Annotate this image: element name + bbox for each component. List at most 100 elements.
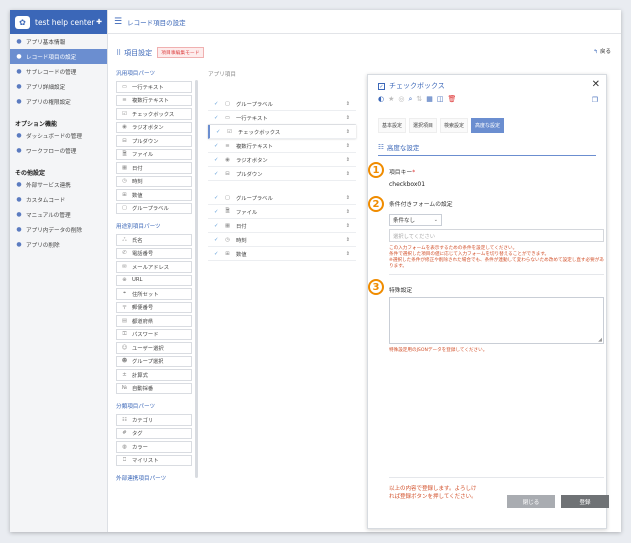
part-item[interactable]: ஃ 氏名 — [116, 234, 192, 246]
part-item[interactable]: № 自動採番 — [116, 382, 192, 394]
table-icon[interactable]: ▦ — [426, 95, 433, 104]
field-row[interactable]: ✓ ☑ チェックボックス ⇕ — [208, 125, 356, 139]
drag-handle-icon[interactable]: ⇕ — [346, 195, 350, 201]
part-item[interactable]: ☺ ユーザー選択 — [116, 342, 192, 354]
field-row[interactable]: ✓ ◉ ラジオボタン ⇕ — [208, 153, 356, 167]
star-icon[interactable]: ★ — [388, 95, 394, 104]
detail-tab[interactable]: 検索設定 — [440, 118, 469, 133]
part-label: 数値 — [132, 192, 143, 199]
condition-field-select[interactable]: 選択してください — [389, 229, 604, 242]
sidebar-item[interactable]: ● アプリの権限設定 — [10, 94, 107, 109]
sidebar-item[interactable]: ● サブレコードの管理 — [10, 64, 107, 79]
sidebar-item[interactable]: ● カスタムコード — [10, 192, 107, 207]
part-item[interactable]: ◷ 時刻 — [116, 175, 192, 187]
part-label: 住所セット — [132, 291, 159, 298]
drag-handle-icon[interactable]: ⇕ — [346, 251, 350, 257]
sidebar-item[interactable]: ● レコード項目の設定 — [10, 49, 107, 64]
part-item[interactable]: ⎕ マイリスト — [116, 454, 192, 466]
part-item[interactable]: # タグ — [116, 427, 192, 439]
drag-handle-icon[interactable]: ⇕ — [346, 101, 350, 107]
part-item[interactable]: ▭ 一行テキスト — [116, 81, 192, 93]
part-item[interactable]: ☑ チェックボックス — [116, 108, 192, 120]
field-group-1: ✓ ▢ グループラベル ⇕ ✓ ▭ 一行テキスト ⇕ ✓ ☑ チェックボックス ⇕ ✓ ≡ 複数行テキスト ⇕… — [208, 97, 356, 181]
sidebar-item[interactable]: ● 外部サービス連携 — [10, 177, 107, 192]
drag-handle-icon[interactable]: ⇕ — [346, 223, 350, 229]
part-item[interactable]: ⚿ パスワード — [116, 328, 192, 340]
part-item[interactable]: ± 計算式 — [116, 369, 192, 381]
part-item[interactable]: ◍ カラー — [116, 441, 192, 453]
part-item[interactable]: 〒郵便番号 — [116, 301, 192, 313]
parts-scrollbar[interactable] — [195, 80, 198, 478]
field-row[interactable]: ✓ ⊞ 数値 ⇕ — [208, 247, 356, 261]
part-item[interactable]: ✆ 電話番号 — [116, 247, 192, 259]
eye-off-icon[interactable]: ◎ — [398, 95, 404, 104]
drag-handle-icon[interactable]: ⇕ — [346, 157, 350, 163]
part-label: 都道府県 — [132, 318, 154, 325]
part-item[interactable]: ▤ 都道府県 — [116, 315, 192, 327]
sidebar-item[interactable]: ● アプリ詳細設定 — [10, 79, 107, 94]
part-item[interactable]: ▦ 日付 — [116, 162, 192, 174]
toggle-icon[interactable]: ◐ — [378, 95, 384, 104]
part-item[interactable]: ✉ メールアドレス — [116, 261, 192, 273]
settings-header: ⠿ 項目設定 項目事編集モード — [116, 47, 204, 58]
field-label: 時刻 — [236, 237, 247, 244]
menu-icon[interactable]: ☰ — [114, 17, 122, 27]
sidebar-item[interactable]: ● マニュアルの管理 — [10, 207, 107, 222]
specific-parts-title: 用途別項目パーツ — [116, 224, 161, 230]
dashboard-icon: ● — [16, 132, 22, 139]
register-button[interactable]: 登録 — [561, 495, 609, 508]
field-row[interactable]: ✓ 🗎 ファイル ⇕ — [208, 205, 356, 219]
detail-tab[interactable]: 選択項目 — [409, 118, 438, 133]
close-button[interactable]: 閉じる — [507, 495, 555, 508]
condition-placeholder: 選択してください — [393, 233, 436, 240]
drag-handle-icon[interactable]: ⇕ — [346, 143, 350, 149]
back-button[interactable]: ↰ 戻る — [593, 47, 611, 55]
drag-handle-icon[interactable]: ⇕ — [346, 115, 350, 121]
sidebar-item[interactable]: ● アプリ内データの削除 — [10, 222, 107, 237]
resize-grip-icon[interactable]: ◢ — [598, 337, 602, 343]
field-row[interactable]: ✓ ▢ グループラベル ⇕ — [208, 97, 356, 111]
field-row[interactable]: ✓ ▦ 日付 ⇕ — [208, 219, 356, 233]
part-item[interactable]: ⊕ URL — [116, 274, 192, 286]
copy-icon[interactable]: ❐ — [592, 96, 598, 104]
part-item[interactable]: ⌖ 住所セット — [116, 288, 192, 300]
sidebar-item[interactable]: ● アプリの削除 — [10, 237, 107, 252]
general-parts-title: 汎用項目パーツ — [116, 71, 156, 77]
part-item[interactable]: ☻ グループ選択 — [116, 355, 192, 367]
part-item[interactable]: ⊞ 数値 — [116, 189, 192, 201]
sidebar-item[interactable]: ● ワークフローの管理 — [10, 143, 107, 158]
sort-icon[interactable]: ⇅ — [416, 95, 422, 104]
check-icon: ✓ — [214, 194, 219, 201]
field-row[interactable]: ✓ ⊟ プルダウン ⇕ — [208, 167, 356, 181]
part-item[interactable]: ⊟ プルダウン — [116, 135, 192, 147]
sidebar-item[interactable]: ● アプリ基本情報 — [10, 34, 107, 49]
detail-tab[interactable]: 基本設定 — [378, 118, 407, 133]
app-fields-header: アプリ項目 — [208, 72, 236, 78]
columns-icon[interactable]: ◫ — [437, 95, 444, 104]
drag-handle-icon[interactable]: ⇕ — [346, 209, 350, 215]
field-row[interactable]: ✓ ≡ 複数行テキスト ⇕ — [208, 139, 356, 153]
close-icon[interactable]: ✕ — [592, 79, 600, 90]
special-settings-textarea[interactable]: ◢ — [389, 297, 604, 344]
search-icon[interactable]: ⌕ — [409, 95, 413, 104]
part-icon: ⚿ — [122, 330, 127, 337]
drag-handle-icon[interactable]: ⇕ — [346, 237, 350, 243]
part-item[interactable]: ≡ 複数行テキスト — [116, 94, 192, 106]
drag-handle-icon[interactable]: ⇕ — [346, 171, 350, 177]
field-row[interactable]: ✓ ▭ 一行テキスト ⇕ — [208, 111, 356, 125]
condition-select[interactable]: 条件なし ⌄ — [389, 214, 442, 226]
pin-icon[interactable]: ✚ — [96, 18, 102, 26]
drag-handle-icon[interactable]: ⇕ — [346, 129, 350, 135]
delete-icon[interactable]: 🗑 — [448, 95, 457, 104]
sidebar-item[interactable]: ● ダッシュボードの管理 — [10, 128, 107, 143]
part-item[interactable]: ◉ ラジオボタン — [116, 121, 192, 133]
field-label: グループラベル — [236, 195, 273, 202]
part-item[interactable]: 🗎 ファイル — [116, 148, 192, 160]
field-label: ファイル — [236, 209, 258, 216]
grid-icon: ⠿ — [116, 48, 122, 57]
field-row[interactable]: ✓ ◷ 時刻 ⇕ — [208, 233, 356, 247]
detail-tab[interactable]: 高度な設定 — [471, 118, 505, 133]
field-row[interactable]: ✓ ▢ グループラベル ⇕ — [208, 191, 356, 205]
part-item[interactable]: ▢ グループラベル — [116, 202, 192, 214]
part-item[interactable]: ☷ カテゴリ — [116, 414, 192, 426]
